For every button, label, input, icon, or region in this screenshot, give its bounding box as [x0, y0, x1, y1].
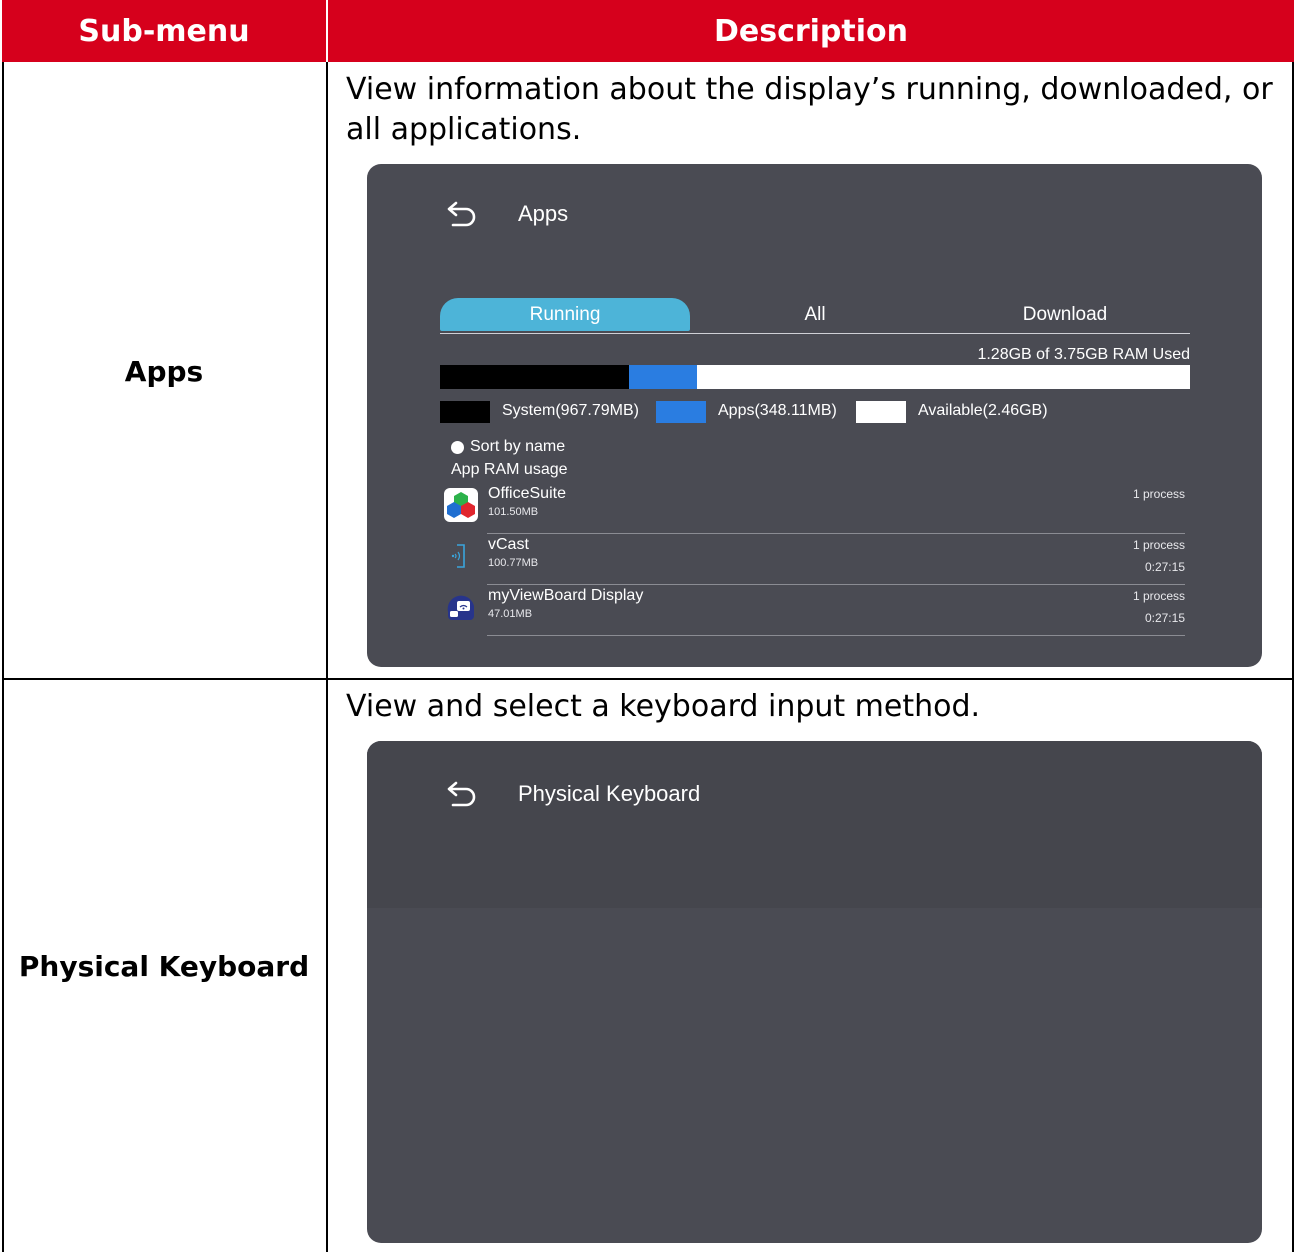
app-process-count: 1 process: [1132, 589, 1185, 603]
app-row[interactable]: OfficeSuite 101.50MB 1 process: [440, 484, 1185, 534]
app-run-time: 0:27:15: [1144, 560, 1185, 574]
app-run-time: 0:27:15: [1144, 611, 1185, 625]
app-name: vCast: [488, 536, 529, 553]
screen-title: Physical Keyboard: [518, 781, 701, 806]
back-arrow-icon[interactable]: [445, 781, 479, 807]
screen-title: Apps: [518, 201, 569, 226]
submenu-apps: Apps: [124, 354, 204, 388]
vcast-icon: [451, 544, 465, 568]
ram-usage-bar: [440, 365, 1190, 389]
keyboard-header-area: [367, 741, 1262, 908]
app-size: 47.01MB: [488, 608, 533, 620]
row-divider: [487, 584, 1185, 585]
app-tabs: Running All Download: [440, 298, 1190, 334]
app-process-count: 1 process: [1132, 538, 1185, 552]
apps-screen: Apps Running All Download 1.28GB of 3.75…: [367, 164, 1262, 667]
legend-available-swatch: [856, 401, 906, 423]
header-description: Description: [328, 0, 1294, 62]
legend-apps-swatch: [656, 401, 706, 423]
legend-system-swatch: [440, 401, 490, 423]
app-name: myViewBoard Display: [488, 587, 644, 604]
app-row[interactable]: myViewBoard Display 47.01MB 1 process 0:…: [440, 586, 1185, 636]
apps-description: View information about the display’s run…: [346, 72, 1273, 147]
row-divider: [487, 533, 1185, 534]
legend-available-label: Available(2.46GB): [918, 402, 1048, 419]
back-arrow-icon[interactable]: [445, 201, 479, 227]
officesuite-icon: [444, 488, 478, 522]
myviewboard-display-icon: [447, 595, 474, 620]
app-size: 100.77MB: [488, 557, 539, 569]
app-name: OfficeSuite: [488, 485, 566, 502]
app-process-count: 1 process: [1132, 487, 1185, 501]
app-size: 101.50MB: [488, 506, 539, 518]
tab-download[interactable]: Download: [940, 298, 1190, 331]
header-submenu: Sub-menu: [2, 0, 326, 62]
table-column-divider: [326, 62, 328, 1252]
ram-used-text: 1.28GB of 3.75GB RAM Used: [977, 346, 1190, 363]
legend-apps-label: Apps(348.11MB): [718, 402, 837, 419]
table-border-right: [1292, 62, 1294, 1252]
submenu-physical-keyboard: Physical Keyboard: [18, 949, 310, 983]
app-row[interactable]: vCast 100.77MB 1 process 0:27:15: [440, 535, 1185, 585]
app-ram-usage-label: App RAM usage: [451, 461, 568, 478]
sort-radio-icon[interactable]: [451, 441, 464, 454]
physical-keyboard-screen: Physical Keyboard: [367, 741, 1262, 1243]
tab-running[interactable]: Running: [440, 298, 690, 331]
physical-keyboard-description: View and select a keyboard input method.: [346, 689, 981, 724]
ram-system-segment: [440, 365, 629, 389]
row-divider: [487, 635, 1185, 636]
ram-apps-segment: [629, 365, 697, 389]
legend-system-label: System(967.79MB): [502, 402, 639, 419]
tab-all[interactable]: All: [690, 298, 940, 331]
sort-by-name[interactable]: Sort by name: [470, 438, 565, 456]
